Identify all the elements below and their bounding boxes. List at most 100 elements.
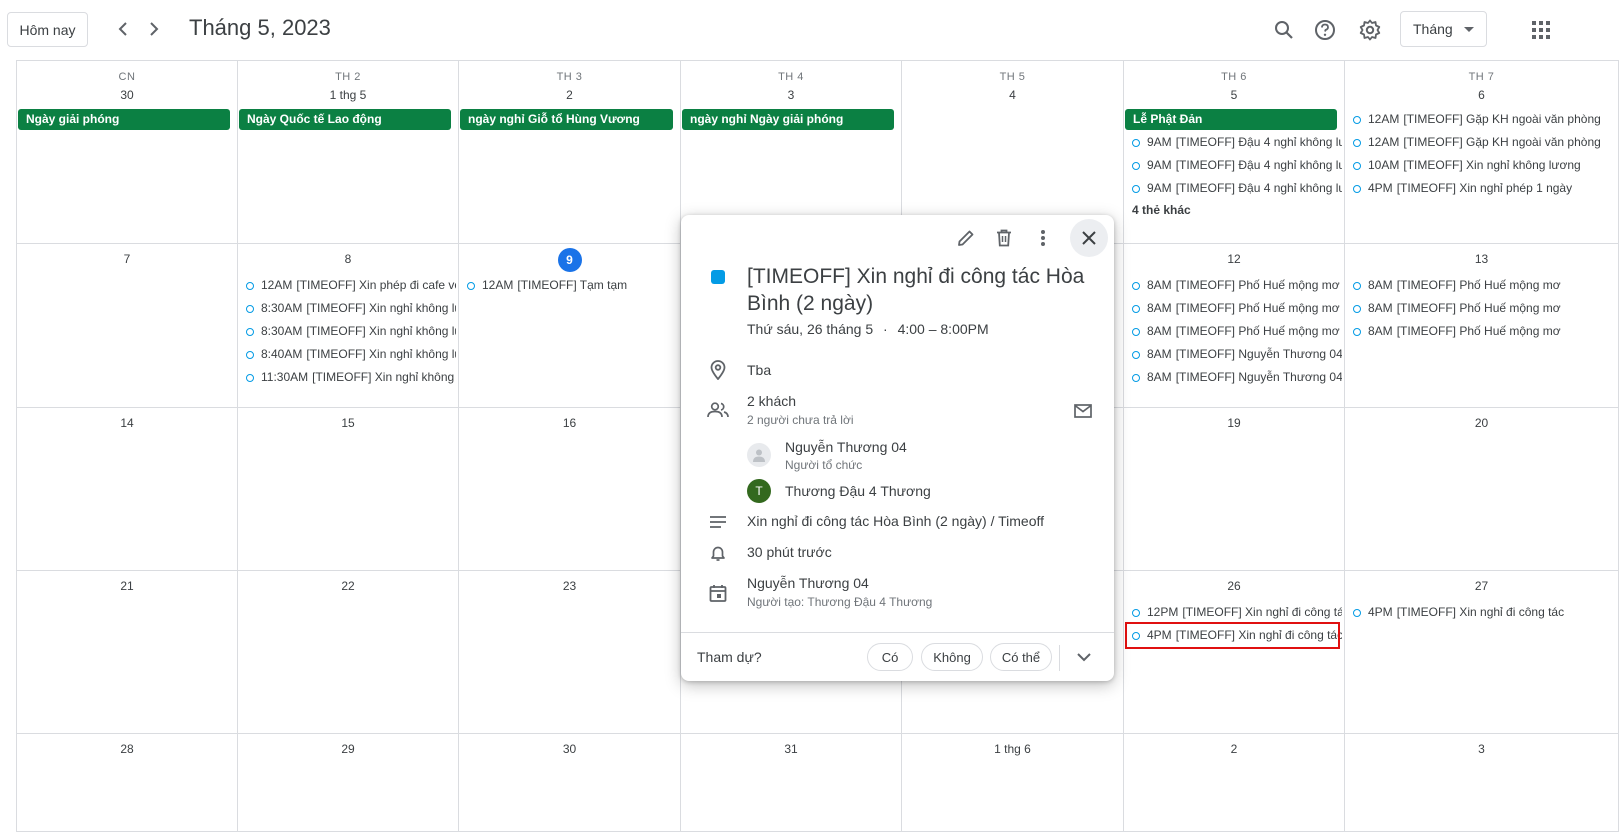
day-cell[interactable]: CN 30 Ngày giải phóng <box>16 61 238 244</box>
event-chip[interactable]: 9AM[TIMEOFF] Đậu 4 nghỉ không lương <box>1132 132 1342 153</box>
more-events-link[interactable]: 4 thẻ khác <box>1132 203 1191 217</box>
day-cell[interactable]: 8 12AM [TIMEOFF] Xin phép đi cafe với 8:30A… <box>238 244 459 408</box>
event-chip[interactable]: 8:40AM[TIMEOFF] Xin nghỉ không lương <box>246 344 456 365</box>
day-number[interactable]: 22 <box>238 579 458 593</box>
event-chip[interactable]: 4PM [TIMEOFF] Xin nghỉ đi công tác <box>1353 602 1616 623</box>
day-number[interactable]: 15 <box>238 416 458 430</box>
rsvp-expand-button[interactable] <box>1072 645 1096 669</box>
day-number[interactable]: 12 <box>1124 252 1344 266</box>
day-number[interactable]: 19 <box>1124 416 1344 430</box>
event-chip[interactable]: 10AM [TIMEOFF] Xin nghỉ không lương <box>1353 155 1616 176</box>
event-chip[interactable]: 8AM [TIMEOFF] Phố Huế mộng mơ <box>1353 275 1616 296</box>
next-month-button[interactable] <box>141 16 167 42</box>
day-cell[interactable]: TH 7 6 12AM [TIMEOFF] Gặp KH ngoài văn phòn… <box>1345 61 1619 244</box>
rsvp-maybe-button[interactable]: Có thể <box>990 643 1052 671</box>
day-cell[interactable]: 22 <box>238 571 459 734</box>
day-cell[interactable]: 26 12PM [TIMEOFF] Xin nghỉ đi công tác 4PM[… <box>1124 571 1345 734</box>
day-cell[interactable]: 23 <box>459 571 681 734</box>
help-button[interactable] <box>1310 15 1340 45</box>
day-cell[interactable]: 19 <box>1124 408 1345 571</box>
holiday-event-chip[interactable]: Ngày Quốc tế Lao động <box>239 109 451 130</box>
day-cell[interactable]: 27 4PM [TIMEOFF] Xin nghỉ đi công tác <box>1345 571 1619 734</box>
close-button[interactable] <box>1070 219 1108 257</box>
event-chip[interactable]: 9AM[TIMEOFF] Đậu 4 nghỉ không lương <box>1132 178 1342 199</box>
day-number[interactable]: 26 <box>1124 579 1344 593</box>
search-button[interactable] <box>1269 15 1299 45</box>
day-cell[interactable]: 12 8AM [TIMEOFF] Phố Huế mộng mơ 8AM [TIMEOF… <box>1124 244 1345 408</box>
day-cell[interactable]: 2 <box>1124 734 1345 832</box>
holiday-event-chip[interactable]: Lễ Phật Đản <box>1125 109 1337 130</box>
event-chip[interactable]: 9AM[TIMEOFF] Đậu 4 nghỉ không lương <box>1132 155 1342 176</box>
day-cell[interactable]: TH 6 5 Lễ Phật Đản 9AM [TIMEOFF] Đậu 4 nghỉ … <box>1124 61 1345 244</box>
day-cell[interactable]: 16 <box>459 408 681 571</box>
day-number[interactable]: 30 <box>17 88 237 102</box>
day-number[interactable]: 2 <box>1124 742 1344 756</box>
day-number[interactable]: 9 <box>459 248 680 272</box>
event-chip[interactable]: 8AM [TIMEOFF] Phố Huế mộng mơ <box>1132 298 1342 319</box>
day-cell[interactable]: 9 12AM [TIMEOFF] Tạm tạm <box>459 244 681 408</box>
day-number[interactable]: 7 <box>17 252 237 266</box>
day-cell[interactable]: 29 <box>238 734 459 832</box>
event-chip[interactable]: 4PM [TIMEOFF] Xin nghỉ phép 1 ngày <box>1353 178 1616 199</box>
event-chip[interactable]: 8AM [TIMEOFF] Phố Huế mộng mơ <box>1132 321 1342 342</box>
event-chip[interactable]: 8AM [TIMEOFF] Nguyễn Thương 04 ( <box>1132 344 1342 365</box>
day-cell[interactable]: 28 <box>16 734 238 832</box>
event-chip[interactable]: 8:30AM[TIMEOFF] Xin nghỉ không lương <box>246 321 456 342</box>
day-number[interactable]: 1 thg 5 <box>238 88 458 102</box>
event-chip[interactable]: 8AM [TIMEOFF] Phố Huế mộng mơ <box>1132 275 1342 296</box>
rsvp-yes-button[interactable]: Có <box>867 643 913 671</box>
day-cell[interactable]: 21 <box>16 571 238 734</box>
event-chip[interactable]: 8AM [TIMEOFF] Nguyễn Thương 04 ( <box>1132 367 1342 388</box>
email-guests-button[interactable] <box>1071 399 1095 423</box>
apps-button[interactable] <box>1526 15 1556 45</box>
event-chip[interactable]: 12AM [TIMEOFF] Xin phép đi cafe với <box>246 275 456 296</box>
rsvp-no-button[interactable]: Không <box>921 643 983 671</box>
day-number[interactable]: 16 <box>459 416 680 430</box>
day-number[interactable]: 6 <box>1345 88 1618 102</box>
holiday-event-chip[interactable]: ngày nghỉ Giỗ tổ Hùng Vương <box>460 109 673 130</box>
day-cell[interactable]: 1 thg 6 <box>902 734 1124 832</box>
delete-button[interactable] <box>992 226 1016 250</box>
event-chip[interactable]: 12AM [TIMEOFF] Gặp KH ngoài văn phòng <box>1353 132 1616 153</box>
event-chip[interactable]: 8AM [TIMEOFF] Phố Huế mộng mơ <box>1353 298 1616 319</box>
day-cell[interactable]: TH 2 1 thg 5 Ngày Quốc tế Lao động <box>238 61 459 244</box>
day-cell[interactable]: 30 <box>459 734 681 832</box>
day-number[interactable]: 3 <box>1345 742 1618 756</box>
event-chip[interactable]: 11:30AM[TIMEOFF] Xin nghỉ không lương <box>246 367 456 388</box>
day-cell[interactable]: 15 <box>238 408 459 571</box>
day-cell[interactable]: 7 <box>16 244 238 408</box>
day-number[interactable]: 30 <box>459 742 680 756</box>
holiday-event-chip[interactable]: Ngày giải phóng <box>18 109 230 130</box>
day-number[interactable]: 2 <box>459 88 680 102</box>
day-number[interactable]: 27 <box>1345 579 1618 593</box>
day-number[interactable]: 5 <box>1124 88 1344 102</box>
edit-button[interactable] <box>954 226 978 250</box>
event-chip[interactable]: 12AM [TIMEOFF] Gặp KH ngoài văn phòng <box>1353 109 1616 130</box>
more-options-button[interactable] <box>1031 226 1055 250</box>
settings-button[interactable] <box>1355 15 1385 45</box>
day-cell[interactable]: 3 <box>1345 734 1619 832</box>
view-selector[interactable]: Tháng <box>1400 11 1487 47</box>
event-chip[interactable]: 12AM [TIMEOFF] Tạm tạm <box>467 275 678 296</box>
holiday-event-chip[interactable]: ngày nghỉ Ngày giải phóng <box>682 109 894 130</box>
event-chip[interactable]: 8:30AM[TIMEOFF] Xin nghỉ không lương <box>246 298 456 319</box>
day-number[interactable]: 3 <box>681 88 901 102</box>
day-number[interactable]: 20 <box>1345 416 1618 430</box>
day-number[interactable]: 8 <box>238 252 458 266</box>
day-number[interactable]: 13 <box>1345 252 1618 266</box>
day-number[interactable]: 28 <box>17 742 237 756</box>
day-cell[interactable]: TH 3 2 ngày nghỉ Giỗ tổ Hùng Vương <box>459 61 681 244</box>
today-button[interactable]: Hôm nay <box>7 12 88 47</box>
day-cell[interactable]: 13 8AM [TIMEOFF] Phố Huế mộng mơ 8AM [TIMEOF… <box>1345 244 1619 408</box>
day-number[interactable]: 14 <box>17 416 237 430</box>
day-number[interactable]: 31 <box>681 742 901 756</box>
day-number[interactable]: 29 <box>238 742 458 756</box>
day-number[interactable]: 4 <box>902 88 1123 102</box>
day-number[interactable]: 21 <box>17 579 237 593</box>
day-number[interactable]: 23 <box>459 579 680 593</box>
event-chip[interactable]: 12PM [TIMEOFF] Xin nghỉ đi công tác <box>1132 602 1342 623</box>
day-cell[interactable]: 14 <box>16 408 238 571</box>
day-cell[interactable]: 31 <box>681 734 902 832</box>
day-number[interactable]: 1 thg 6 <box>902 742 1123 756</box>
day-cell[interactable]: 20 <box>1345 408 1619 571</box>
